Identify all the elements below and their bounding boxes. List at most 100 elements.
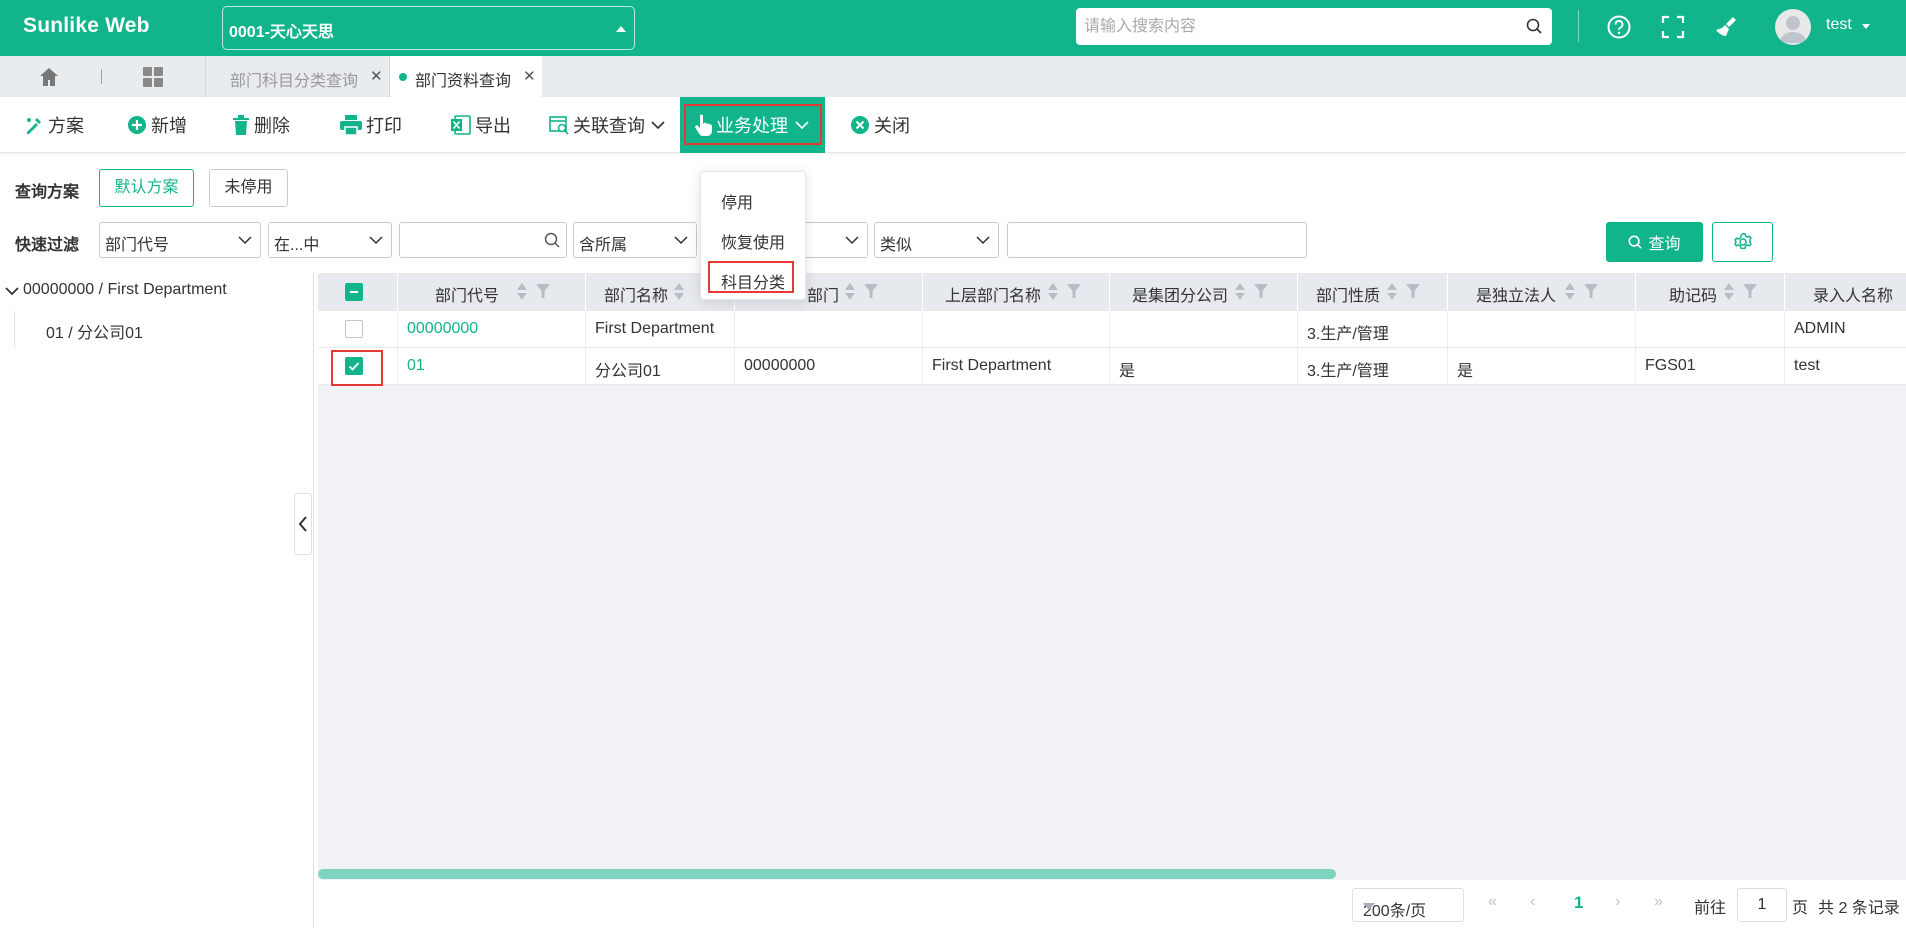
tree-node-child[interactable]: 01 / 分公司01 — [46, 319, 143, 343]
settings-button[interactable] — [1712, 222, 1773, 262]
caret-up-icon — [616, 26, 626, 32]
company-select[interactable]: 0001-天心天思 — [222, 6, 635, 50]
filter-operator-select[interactable]: 在...中 — [268, 222, 392, 258]
column-header-legal-entity[interactable]: 是独立法人 — [1448, 273, 1636, 311]
menu-item-restore[interactable]: 恢复使用 — [701, 220, 807, 256]
sort-icon[interactable] — [674, 283, 684, 301]
cell-text: 3.生产/管理 — [1307, 326, 1389, 343]
select-all-checkbox[interactable] — [345, 283, 363, 301]
export-label: 导出 — [475, 116, 511, 136]
fullscreen-icon[interactable] — [1660, 14, 1686, 40]
column-header-entered-by[interactable]: 录入人名称 — [1785, 273, 1906, 311]
include-subordinate-select[interactable]: 含所属 — [573, 222, 697, 258]
filter-icon[interactable] — [1067, 284, 1081, 303]
filter-icon[interactable] — [1584, 284, 1598, 303]
tree-guide-line — [14, 311, 15, 347]
menu-item-disable[interactable]: 停用 — [701, 180, 807, 216]
dept-code-link[interactable]: 01 — [407, 357, 425, 375]
cell-entered-by: test — [1785, 348, 1906, 385]
column-header-mnemonic[interactable]: 助记码 — [1636, 273, 1785, 311]
close-icon[interactable]: ✕ — [370, 67, 383, 85]
column-header-dept-nature[interactable]: 部门性质 — [1298, 273, 1448, 311]
column-header-label: 部门代号 — [435, 288, 500, 305]
sort-icon[interactable] — [1235, 283, 1245, 301]
match-mode-select[interactable]: 类似 — [874, 222, 999, 258]
pagination: 200条/页 « ‹ 1 › » 前往 1 页 共 2 条记录 — [318, 880, 1906, 928]
column-header-dept-code[interactable]: 部门代号 — [398, 273, 586, 311]
query-button[interactable]: 查询 — [1606, 222, 1703, 262]
column-header-label: 部门 — [807, 288, 840, 305]
clean-icon[interactable] — [1713, 14, 1739, 40]
sort-icon[interactable] — [1387, 283, 1397, 301]
search-icon[interactable] — [1526, 18, 1542, 39]
caret-down-icon — [1363, 903, 1375, 910]
dept-code-link[interactable]: 00000000 — [407, 320, 478, 338]
close-circle-icon — [850, 115, 870, 135]
apps-grid-icon[interactable] — [142, 66, 164, 93]
avatar[interactable] — [1775, 9, 1811, 45]
filter-icon[interactable] — [1743, 284, 1757, 303]
user-name[interactable]: test — [1826, 16, 1852, 34]
search-icon[interactable] — [544, 232, 560, 253]
cell-text: First Department — [595, 320, 715, 337]
column-header-group-branch[interactable]: 是集团分公司 — [1110, 273, 1298, 311]
row-checkbox[interactable] — [345, 320, 363, 338]
filter-value2-input[interactable] — [1007, 222, 1307, 258]
goto-page-input[interactable]: 1 — [1737, 888, 1787, 922]
sort-icon[interactable] — [1724, 283, 1734, 301]
global-search-input[interactable] — [1084, 8, 1514, 45]
menu-item-label: 恢复使用 — [721, 235, 786, 252]
filter-icon[interactable] — [1254, 284, 1268, 303]
close-icon[interactable]: ✕ — [523, 67, 536, 85]
page-size-select[interactable]: 200条/页 — [1352, 888, 1464, 922]
table-row[interactable]: 00000000 First Department 3.生产/管理 ADMIN — [318, 311, 1906, 348]
tree-node-root[interactable]: 00000000 / First Department — [23, 281, 227, 299]
related-query-button[interactable]: 关联查询 — [549, 97, 665, 153]
filter-icon[interactable] — [1406, 284, 1420, 303]
print-button[interactable]: 打印 — [340, 97, 402, 153]
tab-separator — [101, 69, 102, 84]
export-button[interactable]: 导出 — [451, 97, 511, 153]
sort-icon[interactable] — [845, 283, 855, 301]
filter-value-input[interactable] — [399, 222, 567, 258]
default-scheme-button[interactable]: 默认方案 — [99, 169, 194, 207]
horizontal-scrollbar[interactable] — [318, 869, 1336, 879]
last-page-icon[interactable]: » — [1654, 893, 1663, 911]
department-tree: 00000000 / First Department 01 / 分公司01 — [0, 273, 314, 928]
table-row[interactable]: 01 分公司01 00000000 First Department 是 3.生… — [318, 348, 1906, 385]
home-icon[interactable] — [38, 66, 60, 93]
close-label: 关闭 — [874, 116, 910, 136]
not-disabled-button[interactable]: 未停用 — [209, 169, 288, 207]
scheme-button[interactable]: 方案 — [24, 97, 84, 153]
filter-icon[interactable] — [536, 284, 550, 303]
prev-page-icon[interactable]: ‹ — [1530, 893, 1535, 911]
close-button[interactable]: 关闭 — [850, 97, 910, 153]
sort-icon[interactable] — [517, 283, 527, 301]
sort-icon[interactable] — [1048, 283, 1058, 301]
global-search[interactable] — [1076, 8, 1552, 45]
first-page-icon[interactable]: « — [1488, 893, 1497, 911]
next-page-icon[interactable]: › — [1615, 893, 1620, 911]
gear-icon — [1733, 232, 1753, 252]
collapse-panel-handle[interactable] — [294, 493, 312, 555]
sort-icon[interactable] — [1565, 283, 1575, 301]
tab-dept-info-query[interactable]: 部门资料查询 ✕ — [389, 56, 542, 97]
filter-icon[interactable] — [864, 284, 878, 303]
column-header-parent-dept-name[interactable]: 上层部门名称 — [923, 273, 1110, 311]
page-unit-label: 页 — [1792, 900, 1809, 917]
current-page[interactable]: 1 — [1574, 893, 1583, 913]
topbar-divider — [1578, 10, 1579, 42]
delete-label: 删除 — [254, 116, 290, 136]
chevron-down-icon — [976, 232, 990, 250]
company-select-value: 0001-天心天思 — [229, 24, 334, 41]
filter-field-select[interactable]: 部门代号 — [99, 222, 261, 258]
add-button[interactable]: 新增 — [127, 97, 187, 153]
tab-dept-subject-category[interactable]: 部门科目分类查询 ✕ — [205, 56, 389, 97]
menu-item-highlight — [708, 261, 794, 293]
chevron-down-icon — [369, 232, 383, 250]
chevron-down-icon[interactable] — [5, 283, 19, 301]
caret-down-icon[interactable] — [1862, 24, 1870, 29]
delete-button[interactable]: 删除 — [232, 97, 290, 153]
help-icon[interactable] — [1606, 14, 1632, 40]
query-button-label: 查询 — [1648, 236, 1681, 253]
